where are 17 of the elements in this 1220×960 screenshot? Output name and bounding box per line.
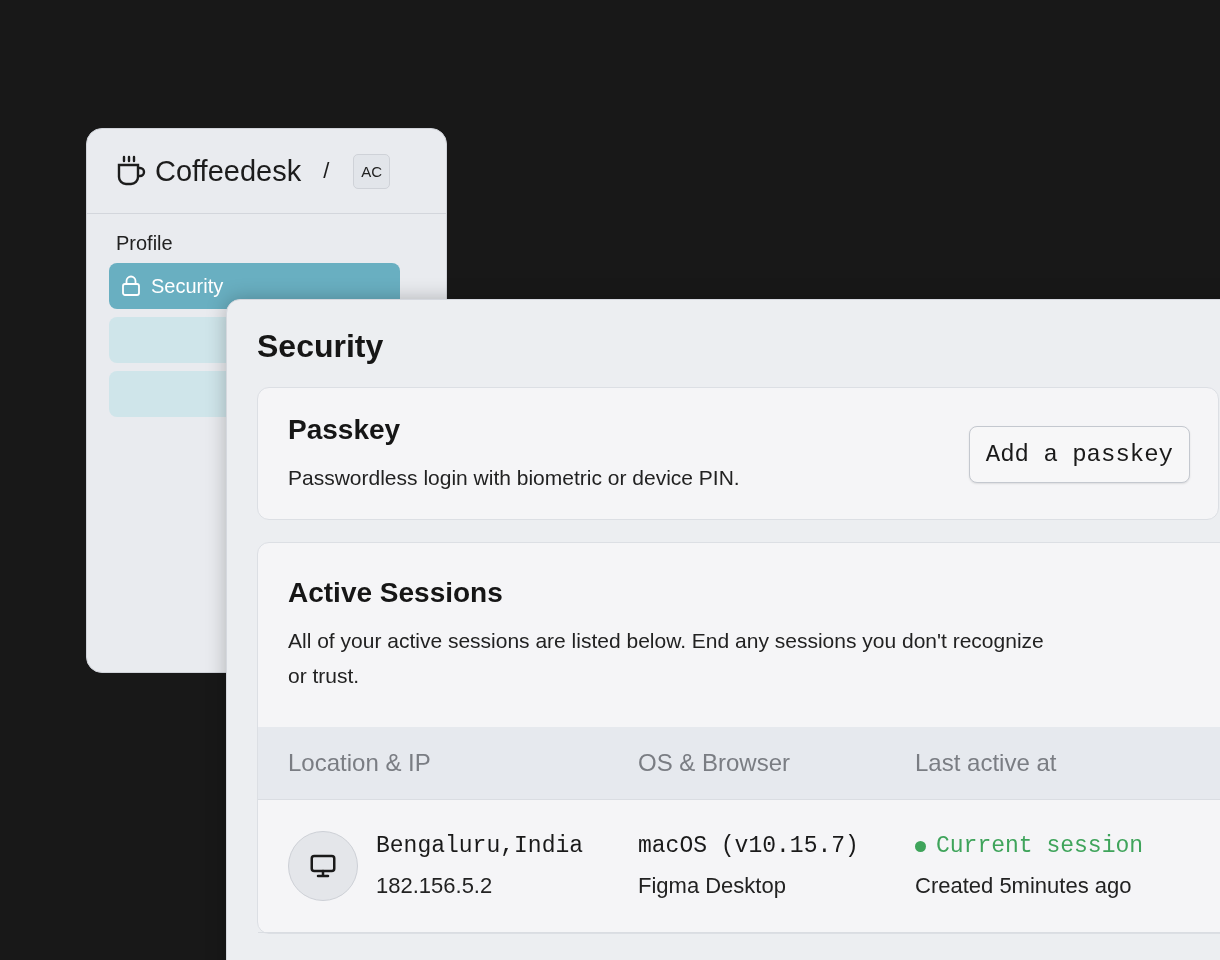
- brand-name: Coffeedesk: [155, 154, 302, 188]
- column-header: Last active at: [915, 749, 1058, 777]
- column-header: OS & Browser: [638, 749, 792, 777]
- location-text: Bengaluru,India: [376, 833, 584, 859]
- section-label: Profile: [116, 232, 174, 255]
- column-header: Location & IP: [288, 749, 432, 777]
- page-title: Security: [257, 328, 385, 365]
- card-description: All of your active sessions are listed below. End any sessions you don't recognize or trust.: [288, 628, 1045, 689]
- os-text: macOS (v10.15.7): [638, 833, 860, 859]
- browser-text: Figma Desktop: [638, 873, 787, 899]
- ip-text: 182.156.5.2: [376, 873, 494, 899]
- created-text: Created 5minutes ago: [915, 873, 1133, 899]
- card-description: Passwordless login with biometric or device PIN.: [288, 465, 740, 491]
- breadcrumb-separator: /: [323, 158, 330, 184]
- card-title: Active Sessions: [288, 577, 504, 609]
- card-title: Passkey: [288, 414, 402, 446]
- status-text: Current session: [936, 833, 1144, 859]
